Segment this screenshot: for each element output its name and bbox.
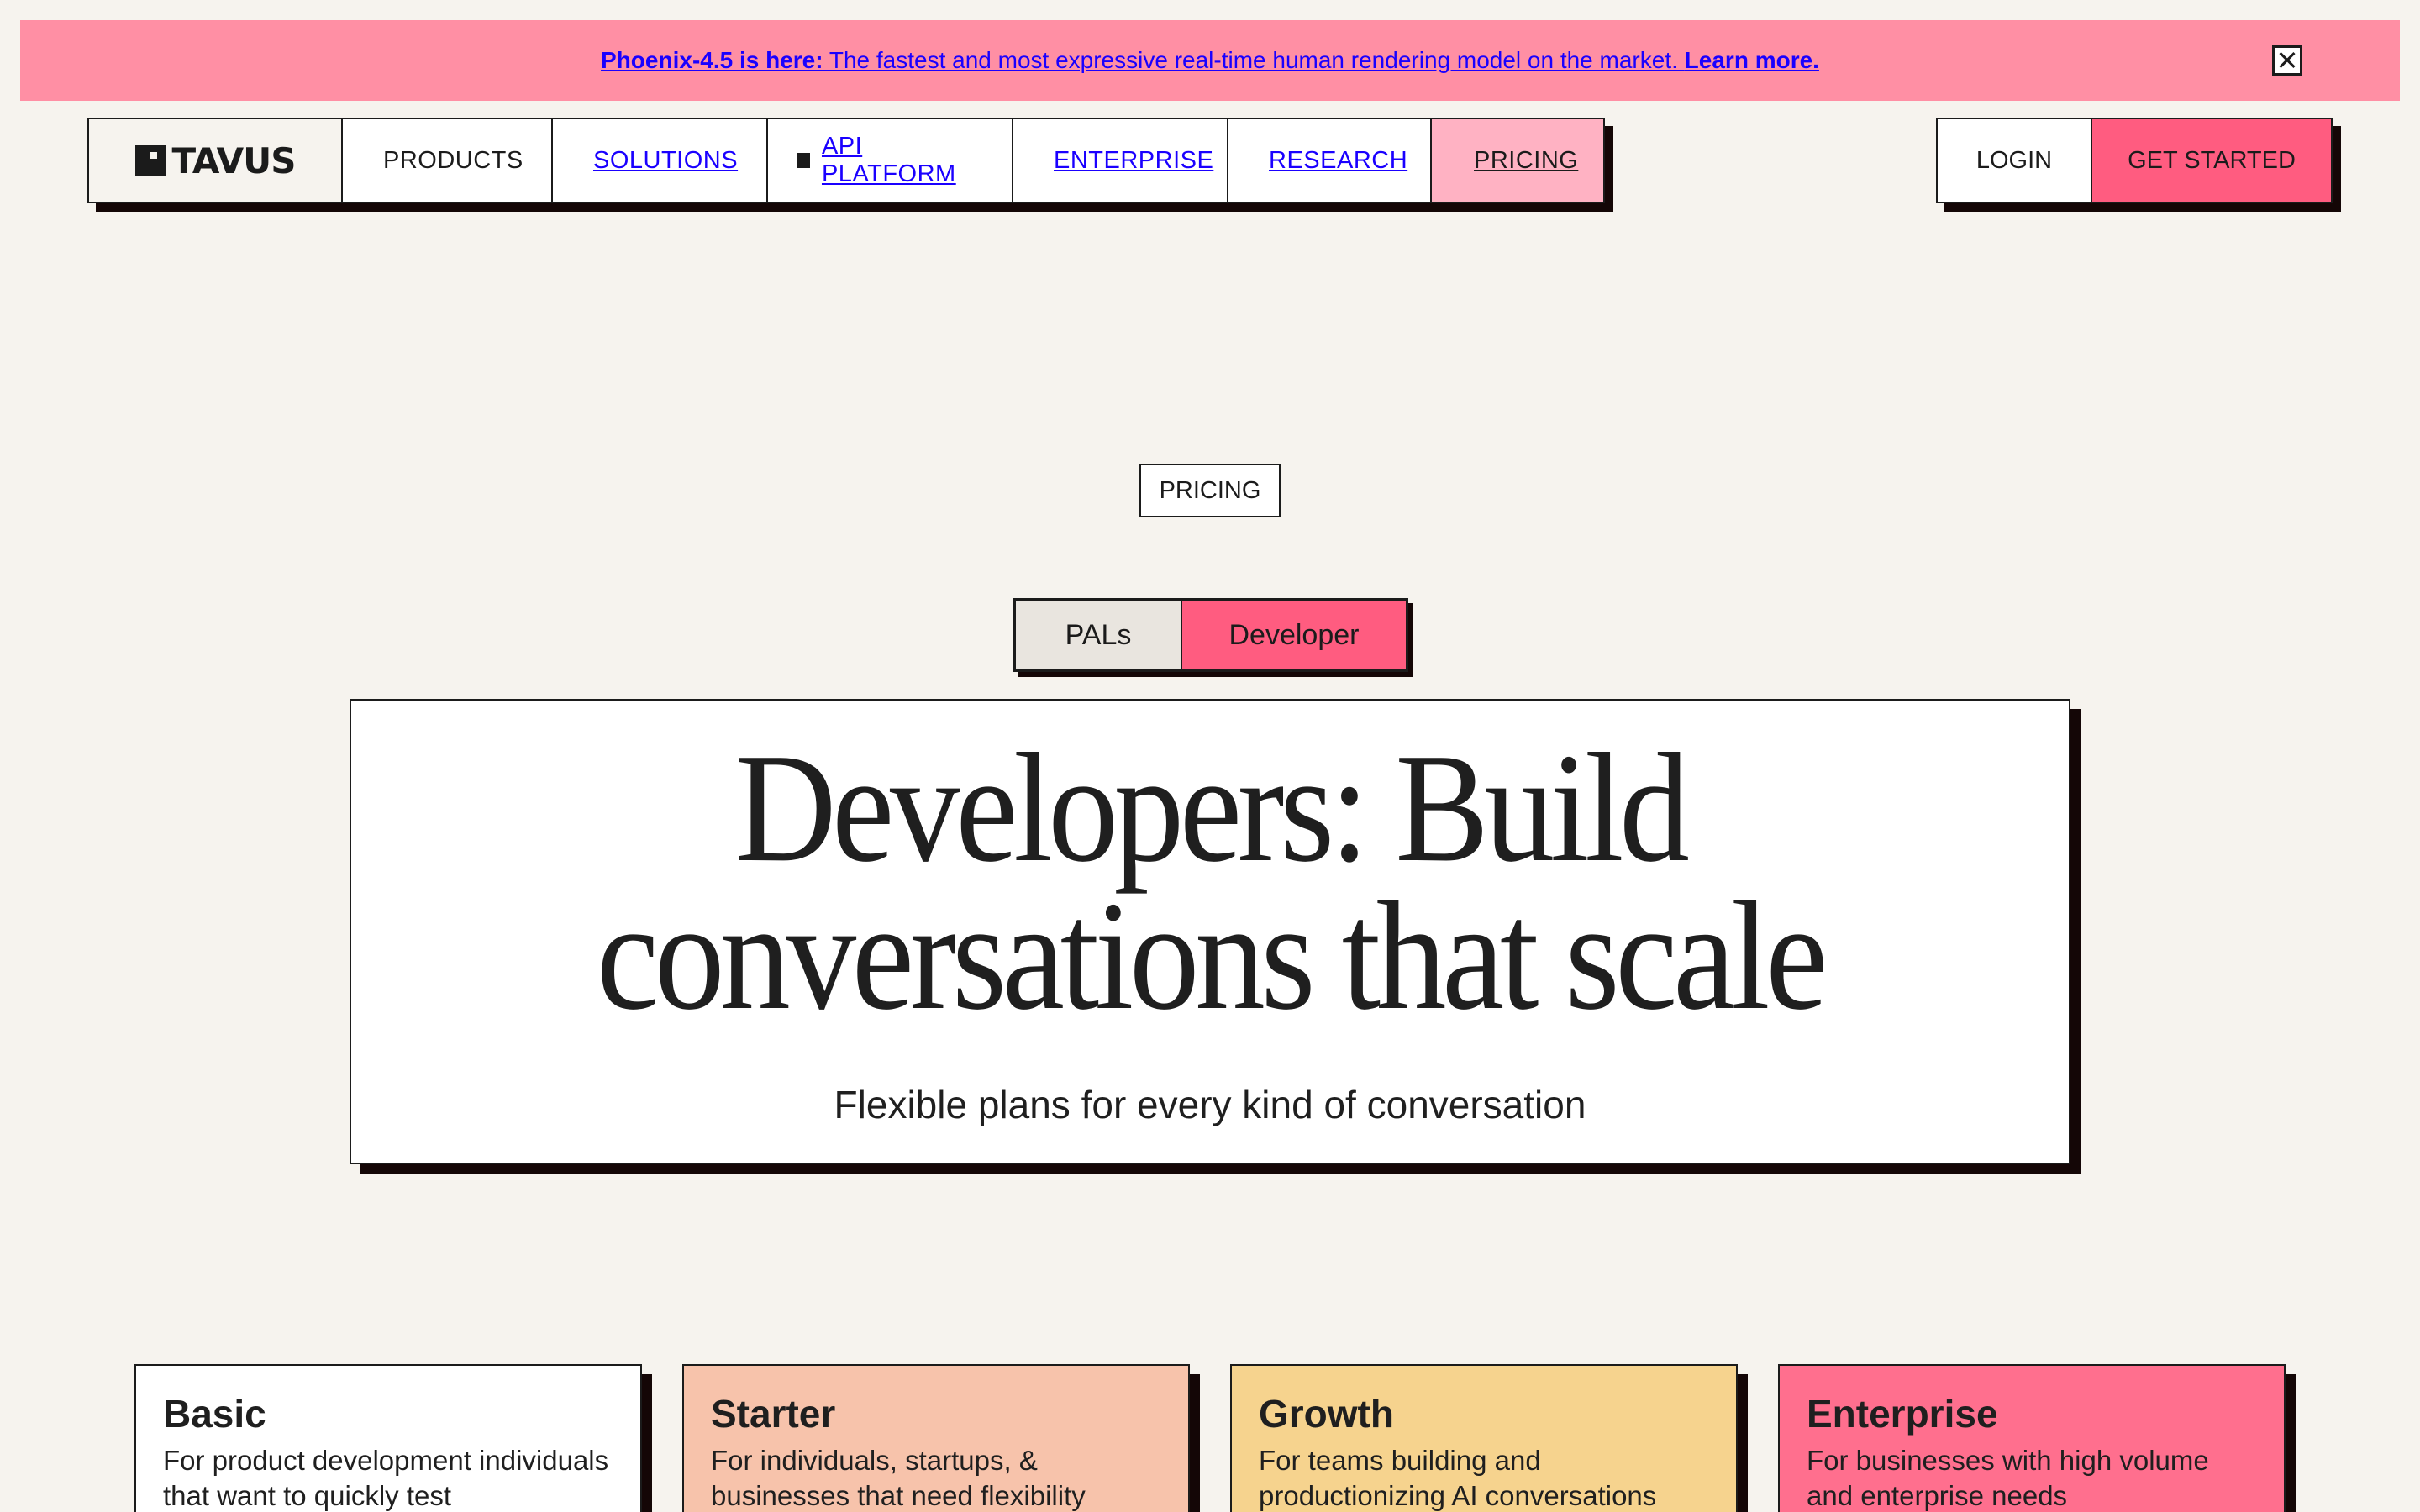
announcement-banner: Phoenix-4.5 is here: The fastest and mos… — [20, 20, 2400, 101]
nav-enterprise[interactable]: ENTERPRISE — [1013, 119, 1228, 202]
close-icon[interactable] — [2272, 45, 2302, 76]
plan-description: For product development individuals that… — [163, 1445, 609, 1511]
plan-type-toggle: PALs Developer — [1013, 598, 1408, 672]
nav-enterprise-label: ENTERPRISE — [1054, 146, 1214, 174]
auth-buttons: LOGIN GET STARTED — [1936, 118, 2333, 203]
pricing-tag: PRICING — [1139, 464, 1281, 517]
toggle-developer[interactable]: Developer — [1182, 601, 1406, 669]
logo-text: TAVUS — [171, 139, 297, 181]
plan-card-starter[interactable]: Starter For individuals, startups, & bus… — [682, 1364, 1190, 1512]
nav-products-label: PRODUCTS — [383, 146, 523, 174]
plan-card-enterprise[interactable]: Enterprise For businesses with high volu… — [1778, 1364, 2286, 1512]
announcement-lead: Phoenix-4.5 is here: — [601, 47, 823, 73]
nav-research-label: RESEARCH — [1269, 146, 1408, 174]
plan-name: Starter — [711, 1392, 836, 1436]
hero-card: Developers: Build conversations that sca… — [350, 699, 2070, 1164]
logo[interactable]: TAVUS — [89, 119, 343, 202]
get-started-button[interactable]: GET STARTED — [2092, 119, 2331, 202]
announcement-link[interactable]: Phoenix-4.5 is here: The fastest and mos… — [601, 47, 1819, 74]
plan-name: Basic — [163, 1392, 266, 1436]
toggle-pals[interactable]: PALs — [1016, 601, 1182, 669]
announcement-text: The fastest and most expressive real-tim… — [823, 47, 1685, 73]
plan-description: For teams building and productionizing A… — [1259, 1445, 1657, 1511]
title-line-2: conversations that scale — [596, 869, 1828, 1042]
square-icon — [797, 153, 810, 168]
nav-research[interactable]: RESEARCH — [1228, 119, 1432, 202]
page-title: Developers: Build conversations that sca… — [437, 730, 1983, 1034]
plan-card-basic[interactable]: Basic For product development individual… — [134, 1364, 642, 1512]
nav-api-platform-label: API PLATFORM — [821, 133, 956, 187]
nav-solutions-label: SOLUTIONS — [593, 146, 739, 174]
login-button[interactable]: LOGIN — [1938, 119, 2092, 202]
plan-description: For individuals, startups, & businesses … — [711, 1445, 1086, 1511]
page-subtitle: Flexible plans for every kind of convers… — [834, 1083, 1586, 1126]
nav-solutions[interactable]: SOLUTIONS — [553, 119, 768, 202]
nav-pricing[interactable]: PRICING — [1432, 119, 1603, 202]
nav-api-platform[interactable]: API PLATFORM — [768, 119, 1013, 202]
learn-more-link[interactable]: Learn more. — [1685, 47, 1819, 73]
nav-products[interactable]: PRODUCTS — [343, 119, 553, 202]
plan-name: Growth — [1259, 1392, 1394, 1436]
plan-card-growth[interactable]: Growth For teams building and production… — [1230, 1364, 1738, 1512]
main-nav: TAVUS PRODUCTS SOLUTIONS API PLATFORM EN… — [87, 118, 1605, 203]
tavus-logo-icon — [134, 145, 166, 176]
plan-description: For businesses with high volume and ente… — [1807, 1445, 2209, 1511]
plan-name: Enterprise — [1807, 1392, 1998, 1436]
nav-pricing-label: PRICING — [1474, 146, 1579, 174]
